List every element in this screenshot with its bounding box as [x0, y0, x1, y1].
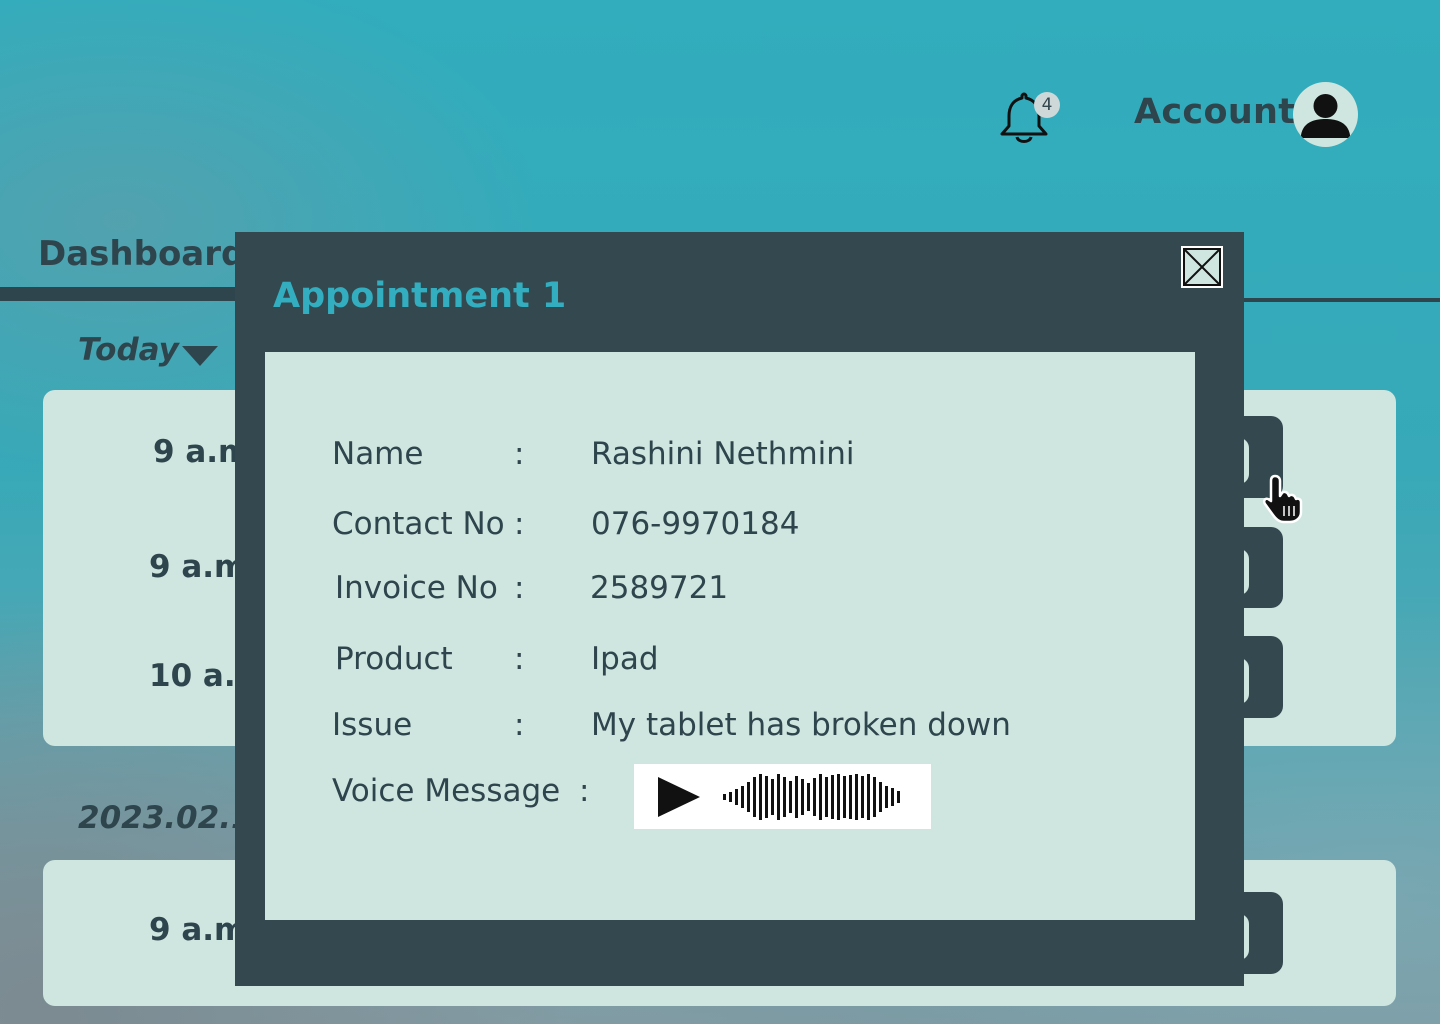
today-filter-dropdown[interactable]: Today	[78, 332, 179, 368]
modal-title: Appointment 1	[273, 276, 567, 316]
field-label-contact: Contact No	[332, 506, 505, 542]
field-separator: :	[514, 570, 525, 606]
appointment-time: 9 a.m	[149, 912, 247, 948]
account-link[interactable]: Account	[1134, 92, 1295, 132]
field-separator: :	[514, 641, 525, 677]
field-separator: :	[514, 436, 525, 472]
appointment-time: 9 a.m	[149, 549, 247, 585]
waveform-icon	[723, 774, 900, 820]
appointment-details: Name : Rashini Nethmini Contact No : 076…	[265, 352, 1195, 920]
field-label-invoice: Invoice No	[335, 570, 498, 606]
field-value-product: Ipad	[591, 641, 659, 677]
field-value-invoice: 2589721	[590, 570, 729, 606]
field-label-voice-message: Voice Message	[332, 773, 561, 809]
field-label-name: Name	[332, 436, 424, 472]
field-value-name: Rashini Nethmini	[591, 436, 855, 472]
field-label-product: Product	[335, 641, 453, 677]
field-label-issue: Issue	[332, 707, 413, 743]
voice-message-player[interactable]	[634, 764, 931, 829]
close-icon	[1183, 248, 1221, 286]
close-button[interactable]	[1181, 246, 1223, 288]
play-icon[interactable]	[658, 777, 700, 817]
notification-count-badge: 4	[1034, 92, 1060, 118]
field-value-issue: My tablet has broken down	[591, 707, 1011, 743]
hand-pointer-icon	[1258, 472, 1308, 524]
field-separator: :	[579, 773, 590, 809]
chevron-down-icon[interactable]	[182, 346, 218, 366]
field-value-contact: 076-9970184	[591, 506, 800, 542]
tab-dashboard[interactable]: Dashboard	[38, 234, 245, 274]
field-separator: :	[514, 707, 525, 743]
user-avatar-icon[interactable]	[1293, 82, 1358, 147]
field-separator: :	[514, 506, 525, 542]
active-tab-indicator	[0, 287, 240, 301]
appointment-modal: Appointment 1 Name : Rashini Nethmini Co…	[235, 232, 1244, 986]
